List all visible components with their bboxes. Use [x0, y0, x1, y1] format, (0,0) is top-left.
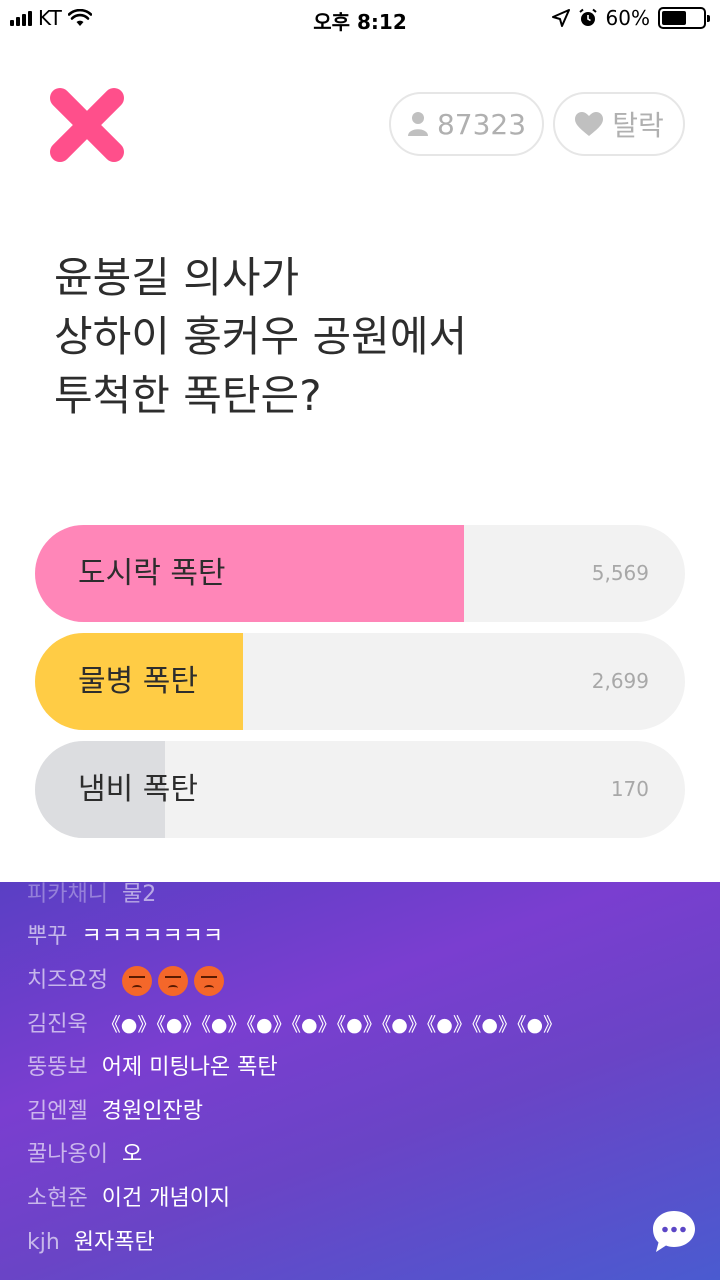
chat-message: kjh 원자폭탄 [27, 1228, 155, 1258]
chat-text: 경원인잔랑 [101, 1099, 203, 1124]
chat-username: 뚱뚱보 [27, 1055, 88, 1080]
chat-message: 치즈요정 [27, 966, 230, 996]
chat-username: 김진욱 [27, 1012, 88, 1037]
answer-option-3[interactable]: 냄비 폭탄 170 [35, 741, 685, 838]
chat-message: 김진욱 《●》《●》《●》《●》《●》《●》《●》《●》《●》《●》 [27, 1010, 562, 1040]
chat-text: 원자폭탄 [73, 1230, 155, 1255]
question-line: 투척한 폭탄은? [54, 371, 322, 420]
battery-level [662, 11, 686, 25]
question-line: 윤봉길 의사가 [54, 253, 300, 302]
battery-icon [658, 7, 710, 29]
chat-bubble-icon[interactable] [650, 1208, 698, 1256]
chat-username: 소현준 [27, 1186, 88, 1211]
live-chat: 피카채니 물2 뿌꾸 ㅋㅋㅋㅋㅋㅋㅋ 치즈요정 김진욱 《●》《●》《●》《●》《●》… [0, 882, 720, 1280]
heart-icon [575, 112, 604, 136]
angry-face-icon [157, 966, 188, 996]
chat-username: 김엔젤 [27, 1099, 88, 1124]
battery-percent: 60% [605, 6, 650, 30]
answer-label: 도시락 폭탄 [78, 556, 226, 591]
angry-face-icon [193, 966, 224, 996]
chat-text: 어제 미팅나온 폭탄 [101, 1055, 278, 1080]
answer-option-1[interactable]: 도시락 폭탄 5,569 [35, 525, 685, 622]
chat-message: 꿀나옹이 오 [27, 1140, 142, 1170]
status-right: 60% [551, 6, 710, 30]
answer-option-2[interactable]: 물병 폭탄 2,699 [35, 633, 685, 730]
eliminated-pill[interactable]: 탈락 [553, 92, 685, 156]
answer-vote-count: 2,699 [591, 669, 649, 693]
angry-face-icon [121, 966, 152, 996]
chat-message: 뿌꾸 ㅋㅋㅋㅋㅋㅋㅋ [27, 922, 223, 952]
chat-message: 피카채니 물2 [27, 882, 156, 910]
chat-text: 오 [121, 1142, 143, 1167]
chat-message: 뚱뚱보 어제 미팅나온 폭탄 [27, 1053, 278, 1083]
alarm-icon [578, 8, 597, 26]
answer-vote-count: 170 [610, 777, 649, 801]
chat-username: 꿀나옹이 [27, 1142, 108, 1167]
answer-label: 냄비 폭탄 [78, 772, 198, 807]
chat-text: 물2 [121, 882, 157, 907]
participants-pill: 87323 [389, 92, 544, 156]
chat-emojis [121, 966, 230, 996]
chat-message: 소현준 이건 개념이지 [27, 1184, 230, 1214]
answer-label: 물병 폭탄 [78, 664, 198, 699]
participant-count: 87323 [436, 107, 527, 141]
chat-text: ㅋㅋㅋㅋㅋㅋㅋ [81, 924, 224, 949]
user-icon [407, 112, 428, 136]
chat-username: kjh [27, 1230, 60, 1255]
question-line: 상하이 훙커우 공원에서 [54, 312, 468, 361]
eliminated-label: 탈락 [612, 109, 664, 142]
chat-message: 김엔젤 경원인잔랑 [27, 1097, 203, 1127]
answer-vote-count: 5,569 [591, 561, 649, 585]
close-x-icon[interactable] [48, 86, 126, 164]
chat-text: 《●》《●》《●》《●》《●》《●》《●》《●》《●》《●》 [101, 1014, 563, 1036]
chat-username: 뿌꾸 [27, 924, 68, 949]
location-arrow-icon [551, 9, 570, 27]
chat-username: 치즈요정 [27, 968, 108, 993]
answer-options: 도시락 폭탄 5,569 물병 폭탄 2,699 냄비 폭탄 170 [35, 525, 685, 849]
chat-username: 피카채니 [27, 882, 108, 907]
chat-text: 이건 개념이지 [101, 1186, 231, 1211]
quiz-question: 윤봉길 의사가 상하이 훙커우 공원에서 투척한 폭탄은? [54, 248, 674, 425]
status-bar: KT 오후 8:12 60% [0, 0, 720, 36]
